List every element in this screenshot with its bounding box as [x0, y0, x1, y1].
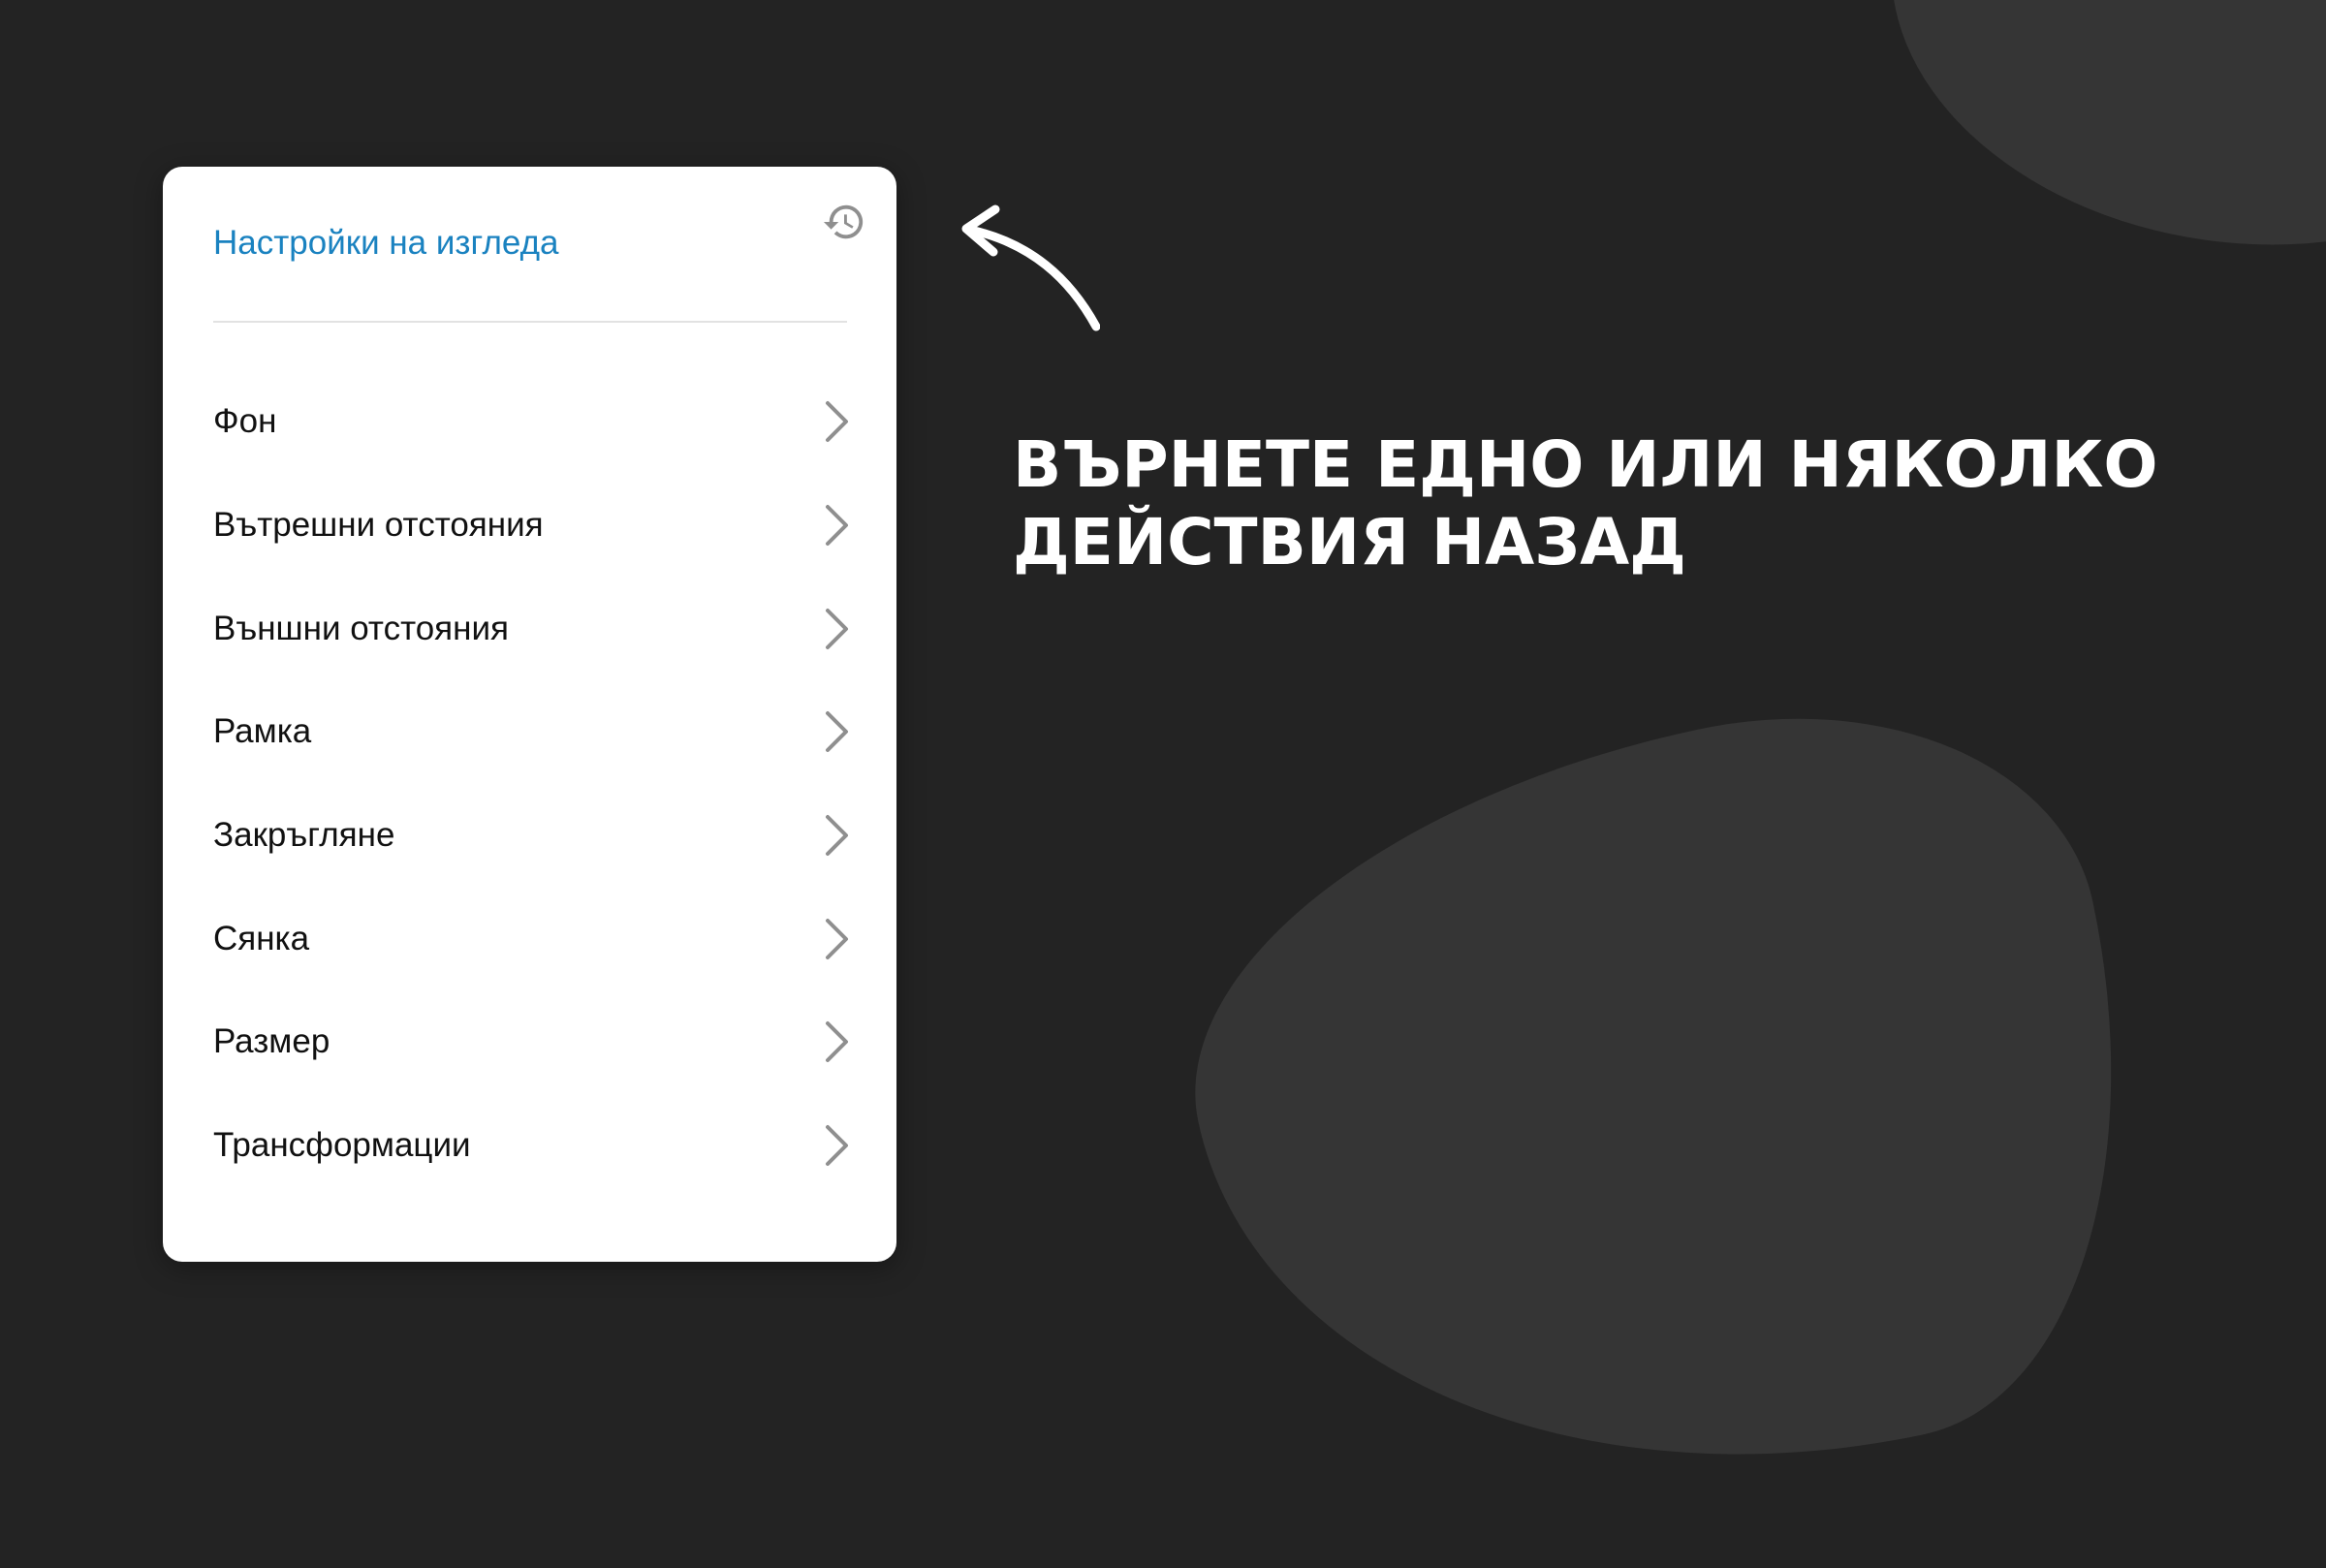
chevron-right-icon	[826, 505, 848, 547]
menu-item-label: Размер	[213, 1022, 330, 1061]
menu-item-label: Фон	[213, 402, 277, 441]
menu-item-border[interactable]: Рамка	[163, 680, 896, 784]
chevron-right-icon	[826, 608, 848, 649]
menu-item-padding[interactable]: Вътрешни отстояния	[163, 474, 896, 578]
chevron-right-icon	[826, 1125, 848, 1167]
view-settings-panel: Настройки на изгледа Фон Вътрешни отстоя…	[163, 167, 896, 1262]
chevron-right-icon	[826, 1021, 848, 1063]
chevron-right-icon	[826, 918, 848, 959]
panel-title: Настройки на изгледа	[213, 224, 559, 262]
history-button[interactable]	[818, 196, 870, 248]
menu-item-label: Рамка	[213, 712, 312, 751]
chevron-right-icon	[826, 815, 848, 857]
settings-menu: Фон Вътрешни отстояния Външни отстояния …	[163, 370, 896, 1198]
decorative-blob-top	[1859, 0, 2326, 289]
menu-item-label: Външни отстояния	[213, 609, 509, 647]
decorative-blob-bottom	[1140, 656, 2194, 1568]
menu-item-margin[interactable]: Външни отстояния	[163, 577, 896, 680]
headline-line-2: ДЕЙСТВИЯ НАЗАД	[1013, 505, 1686, 580]
menu-item-shadow[interactable]: Сянка	[163, 887, 896, 990]
menu-item-label: Трансформации	[213, 1126, 471, 1165]
headline: ВЪРНЕТЕ ЕДНО ИЛИ НЯКОЛКО ДЕЙСТВИЯ НАЗАД	[1013, 426, 2158, 581]
chevron-right-icon	[826, 401, 848, 443]
menu-item-label: Вътрешни отстояния	[213, 506, 544, 545]
history-icon	[823, 204, 864, 239]
curved-arrow-icon	[961, 204, 1100, 331]
panel-divider	[213, 321, 847, 323]
menu-item-label: Закръгляне	[213, 816, 395, 855]
menu-item-transforms[interactable]: Трансформации	[163, 1094, 896, 1198]
menu-item-size[interactable]: Размер	[163, 990, 896, 1094]
menu-item-rounding[interactable]: Закръгляне	[163, 784, 896, 888]
menu-item-background[interactable]: Фон	[163, 370, 896, 474]
chevron-right-icon	[826, 711, 848, 753]
headline-line-1: ВЪРНЕТЕ ЕДНО ИЛИ НЯКОЛКО	[1013, 427, 2158, 502]
menu-item-label: Сянка	[213, 919, 310, 957]
